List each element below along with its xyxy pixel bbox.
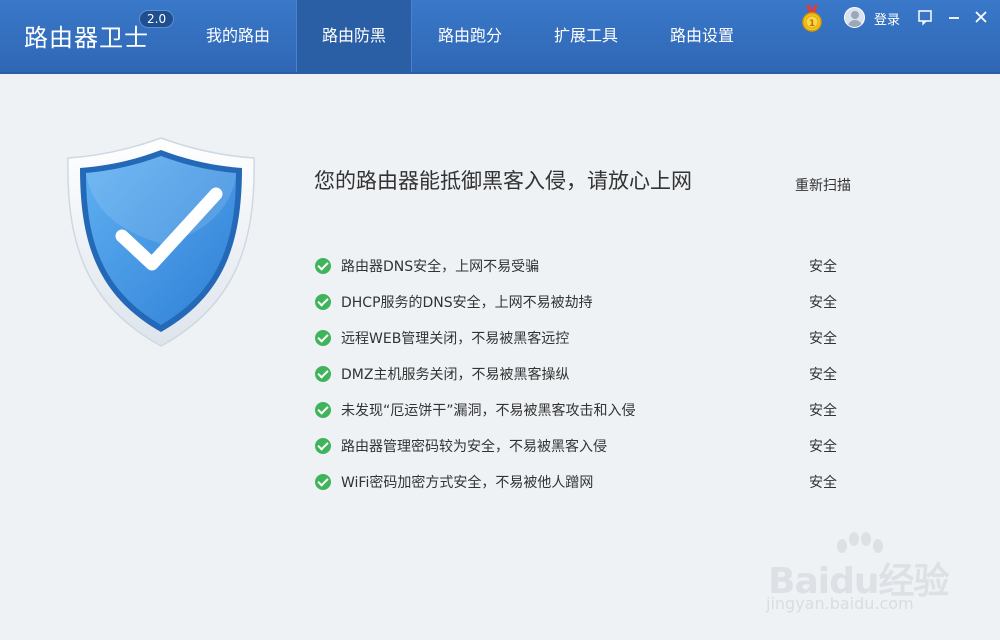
- svg-text:1: 1: [809, 19, 815, 29]
- main-nav: 我的路由 路由防黑 路由跑分 扩展工具 路由设置: [180, 0, 760, 72]
- medal-icon[interactable]: 1: [798, 4, 826, 32]
- watermark: Baidu经验 jingyan.baidu.com: [762, 530, 962, 622]
- rescan-button[interactable]: 重新扫描: [795, 175, 851, 195]
- check-item-status: 安全: [809, 259, 837, 275]
- check-circle-icon: [315, 402, 331, 418]
- check-item-text: 远程WEB管理关闭，不易被黑客远控: [341, 331, 570, 347]
- tab-router-anti-hack[interactable]: 路由防黑: [296, 0, 412, 72]
- title-bar: 路由器卫士 2.0 我的路由 路由防黑 路由跑分 扩展工具 路由设置 1 登录: [0, 0, 1000, 74]
- security-shield-icon: [67, 137, 255, 347]
- check-circle-icon: [315, 294, 331, 310]
- tab-router-benchmark[interactable]: 路由跑分: [412, 0, 528, 72]
- security-check-list: 路由器DNS安全，上网不易受骗 安全 DHCP服务的DNS安全，上网不易被劫持 …: [315, 248, 855, 500]
- check-circle-icon: [315, 438, 331, 454]
- check-item-text: WiFi密码加密方式安全，不易被他人蹭网: [341, 475, 594, 491]
- check-item-status: 安全: [809, 475, 837, 491]
- check-circle-icon: [315, 258, 331, 274]
- close-icon[interactable]: [970, 6, 992, 28]
- version-badge: 2.0: [139, 10, 175, 28]
- check-item: DHCP服务的DNS安全，上网不易被劫持 安全: [315, 284, 855, 320]
- check-item-text: 未发现“厄运饼干”漏洞，不易被黑客攻击和入侵: [341, 403, 636, 419]
- check-circle-icon: [315, 366, 331, 382]
- check-item-status: 安全: [809, 331, 837, 347]
- check-item-text: 路由器DNS安全，上网不易受骗: [341, 259, 540, 275]
- check-item-text: 路由器管理密码较为安全，不易被黑客入侵: [341, 439, 607, 455]
- minimize-icon[interactable]: [943, 6, 965, 28]
- scan-result-headline: 您的路由器能抵御黑客入侵，请放心上网: [314, 169, 692, 193]
- tab-my-router[interactable]: 我的路由: [180, 0, 296, 72]
- check-item: 路由器DNS安全，上网不易受骗 安全: [315, 248, 855, 284]
- check-item-status: 安全: [809, 295, 837, 311]
- check-item-status: 安全: [809, 367, 837, 383]
- check-item: 路由器管理密码较为安全，不易被黑客入侵 安全: [315, 428, 855, 464]
- check-item: 未发现“厄运饼干”漏洞，不易被黑客攻击和入侵 安全: [315, 392, 855, 428]
- check-circle-icon: [315, 474, 331, 490]
- check-item-text: DHCP服务的DNS安全，上网不易被劫持: [341, 295, 593, 311]
- check-item: DMZ主机服务关闭，不易被黑客操纵 安全: [315, 356, 855, 392]
- watermark-url: jingyan.baidu.com: [766, 594, 914, 613]
- check-circle-icon: [315, 330, 331, 346]
- check-item: 远程WEB管理关闭，不易被黑客远控 安全: [315, 320, 855, 356]
- login-link[interactable]: 登录: [874, 9, 900, 28]
- check-item-status: 安全: [809, 439, 837, 455]
- avatar-icon[interactable]: [844, 7, 865, 28]
- check-item-text: DMZ主机服务关闭，不易被黑客操纵: [341, 367, 570, 383]
- check-item-status: 安全: [809, 403, 837, 419]
- app-title: 路由器卫士: [24, 24, 149, 52]
- check-item: WiFi密码加密方式安全，不易被他人蹭网 安全: [315, 464, 855, 500]
- tab-router-settings[interactable]: 路由设置: [644, 0, 760, 72]
- menu-icon[interactable]: [914, 6, 936, 28]
- tab-extension-tools[interactable]: 扩展工具: [528, 0, 644, 72]
